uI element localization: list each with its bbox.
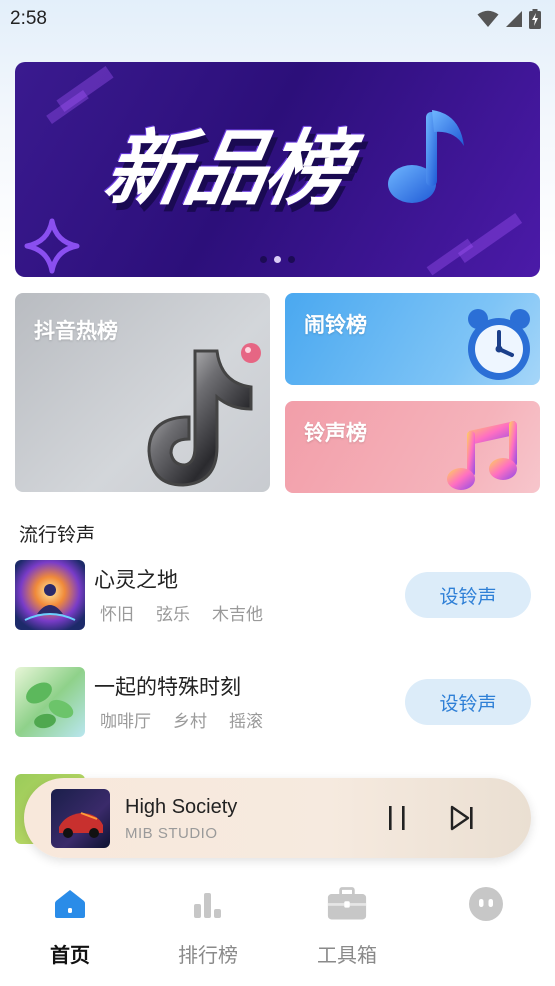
profile-icon	[466, 884, 506, 924]
bar-chart-icon	[188, 884, 228, 924]
status-icons	[477, 9, 541, 29]
next-track-button[interactable]	[444, 800, 480, 836]
douyin-chart-card[interactable]: 抖音热榜	[15, 293, 270, 492]
set-ringtone-button[interactable]: 设铃声	[405, 572, 531, 618]
status-time: 2:58	[10, 8, 47, 29]
tab-label: 排行榜	[178, 943, 238, 967]
signal-icon	[506, 11, 522, 27]
tab-toolbox[interactable]: 工具箱	[287, 870, 407, 980]
player-artist: MIB STUDIO	[125, 825, 218, 842]
page-dot-active[interactable]	[274, 256, 281, 263]
player-cover	[51, 789, 110, 848]
song-cover	[15, 667, 85, 737]
song-cover	[15, 560, 85, 630]
douyin-chart-label: 抖音热榜	[34, 319, 118, 343]
ringtone-chart-card[interactable]: 铃声榜	[285, 401, 540, 493]
music-note-icon	[388, 110, 464, 203]
tab-profile[interactable]	[426, 870, 546, 980]
tiktok-logo-icon	[147, 343, 261, 487]
alarm-chart-card[interactable]: 闹铃榜	[285, 293, 540, 385]
new-releases-banner[interactable]: 新品榜	[15, 62, 540, 277]
song-item[interactable]: 一起的特殊时刻 咖啡厅 乡村 摇滚 设铃声	[15, 667, 540, 737]
pause-icon	[389, 806, 405, 830]
song-tag: 乡村	[173, 712, 207, 732]
music-notes-icon	[447, 421, 517, 490]
pause-button[interactable]	[379, 800, 415, 836]
battery-icon	[529, 9, 541, 29]
toolbox-icon	[327, 884, 367, 924]
set-ringtone-button[interactable]: 设铃声	[405, 679, 531, 725]
tab-label: 工具箱	[317, 943, 377, 967]
status-bar: 2:58	[0, 0, 555, 38]
alarm-chart-label: 闹铃榜	[304, 313, 367, 337]
song-tag: 咖啡厅	[100, 712, 151, 732]
sparkle-icon	[24, 218, 80, 274]
song-title: 一起的特殊时刻	[94, 675, 241, 699]
section-title: 流行铃声	[19, 524, 96, 546]
song-title: 心灵之地	[94, 568, 178, 592]
song-tag: 木吉他	[212, 605, 263, 625]
tab-label: 首页	[50, 943, 90, 967]
song-tags: 咖啡厅 乡村 摇滚	[100, 707, 263, 732]
tab-rankings[interactable]: 排行榜	[148, 870, 268, 980]
song-tag: 摇滚	[229, 712, 263, 732]
wifi-icon	[477, 10, 499, 27]
song-item[interactable]: 心灵之地 怀旧 弦乐 木吉他 设铃声	[15, 560, 540, 630]
song-tags: 怀旧 弦乐 木吉他	[100, 600, 263, 625]
home-icon	[50, 884, 90, 924]
song-tag: 弦乐	[156, 605, 190, 625]
alarm-clock-icon	[468, 309, 530, 380]
tab-home[interactable]: 首页	[10, 870, 130, 980]
banner-title: 新品榜	[97, 122, 354, 217]
bottom-tab-bar: 首页 排行榜 工具箱	[0, 870, 555, 986]
ringtone-chart-label: 铃声榜	[304, 421, 367, 445]
song-tag: 怀旧	[100, 605, 134, 625]
mini-player[interactable]: High Society MIB STUDIO	[24, 778, 531, 858]
page-dot[interactable]	[260, 256, 267, 263]
skip-next-icon	[450, 805, 473, 831]
page-dot[interactable]	[288, 256, 295, 263]
player-song-title: High Society	[125, 796, 238, 818]
banner-pagination	[15, 256, 540, 263]
